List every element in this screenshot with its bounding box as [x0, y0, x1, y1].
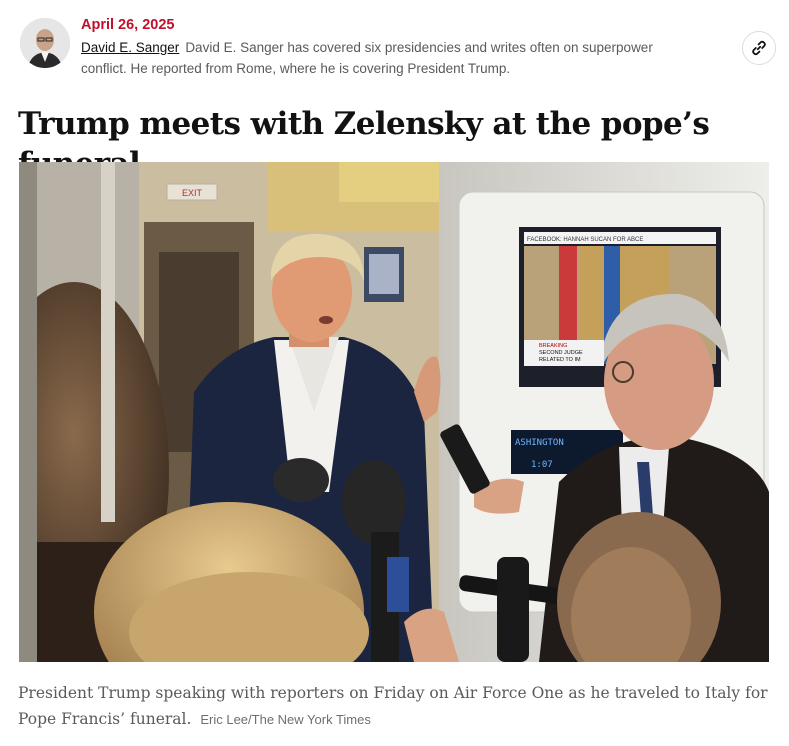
- author-link[interactable]: David E. Sanger: [81, 40, 179, 55]
- publish-date: April 26, 2025: [81, 17, 175, 33]
- photo-illustration: EXIT FACEBOOK: HANNAH SUCAN FOR ABCE BRE…: [19, 162, 769, 662]
- link-icon: [752, 40, 766, 56]
- copy-link-button[interactable]: [742, 31, 776, 65]
- article-photo[interactable]: EXIT FACEBOOK: HANNAH SUCAN FOR ABCE BRE…: [19, 162, 769, 662]
- panel-time: 1:07: [531, 460, 553, 470]
- screen-headline-3: RELATED TO IM: [539, 357, 581, 363]
- screen-headline-2: SECOND JUDGE: [539, 350, 583, 356]
- author-avatar[interactable]: [20, 18, 70, 68]
- photo-credit: Eric Lee/The New York Times: [200, 712, 371, 727]
- screen-ticker: FACEBOOK: HANNAH SUCAN FOR ABCE: [527, 237, 643, 243]
- author-bio: David E. Sanger David E. Sanger has cover…: [81, 37, 701, 79]
- panel-city: ASHINGTON: [515, 438, 564, 448]
- caption-text: President Trump speaking with reporters …: [18, 684, 768, 728]
- photo-caption: President Trump speaking with reporters …: [18, 680, 778, 733]
- byline: April 26, 2025 David E. Sanger David E. S…: [18, 14, 778, 80]
- screen-headline-1: BREAKING: [539, 343, 567, 349]
- exit-sign: EXIT: [182, 188, 203, 198]
